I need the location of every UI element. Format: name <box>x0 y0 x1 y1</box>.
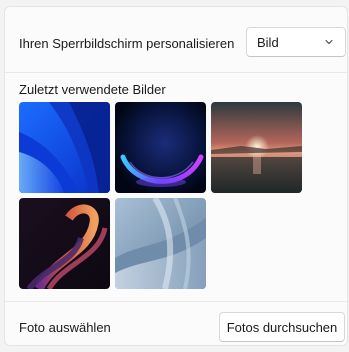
recent-image-1[interactable] <box>19 102 110 193</box>
background-type-dropdown[interactable]: Bild <box>246 27 346 57</box>
dropdown-value: Bild <box>257 35 279 50</box>
recent-image-2[interactable] <box>115 102 206 193</box>
recent-image-4[interactable] <box>19 198 110 289</box>
bloom-blue-wallpaper-icon <box>19 102 110 193</box>
glow-orb-wallpaper-icon <box>115 102 206 193</box>
personalize-label: Ihren Sperrbildschirm personalisieren <box>19 36 235 51</box>
sunset-lake-wallpaper-icon <box>211 102 302 193</box>
choose-photo-row: Foto auswählen Fotos durchsuchen <box>5 301 347 345</box>
lockscreen-settings-card: Ihren Sperrbildschirm personalisieren Bi… <box>4 6 348 346</box>
recent-image-3[interactable] <box>211 102 302 193</box>
bloom-light-wallpaper-icon <box>115 198 206 289</box>
personalize-row: Ihren Sperrbildschirm personalisieren Bi… <box>5 7 347 73</box>
browse-photos-button[interactable]: Fotos durchsuchen <box>219 312 345 342</box>
recent-image-5[interactable] <box>115 198 206 289</box>
ribbon-swirl-wallpaper-icon <box>19 198 110 289</box>
choose-photo-label: Foto auswählen <box>19 320 111 335</box>
recent-images-label: Zuletzt verwendete Bilder <box>19 82 166 97</box>
chevron-down-icon <box>325 39 333 45</box>
